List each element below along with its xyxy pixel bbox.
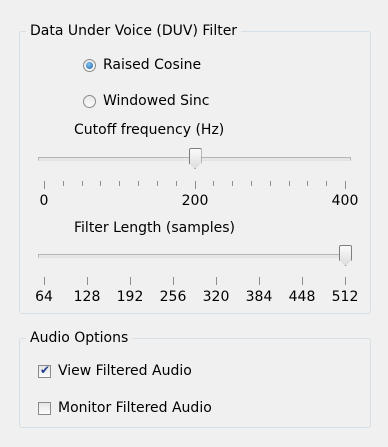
- cutoff-tick: [82, 181, 83, 186]
- length-major-tick: [173, 277, 174, 285]
- cutoff-tick-label: 400: [331, 193, 359, 209]
- cutoff-frequency-label: Cutoff frequency (Hz): [74, 122, 225, 138]
- cutoff-tick: [289, 181, 290, 186]
- cutoff-major-tick: [195, 181, 196, 189]
- cutoff-tick: [100, 181, 101, 186]
- cutoff-tick: [232, 181, 233, 186]
- length-tick-label: 512: [331, 289, 359, 305]
- cutoff-tick: [270, 181, 271, 186]
- cutoff-tick: [307, 181, 308, 186]
- monitor-filtered-audio-checkbox[interactable]: Monitor Filtered Audio: [38, 400, 212, 416]
- length-tick-label: 192: [116, 289, 144, 305]
- cutoff-tick: [63, 181, 64, 186]
- duv-filter-group: Data Under Voice (DUV) Filter: [19, 22, 371, 314]
- cutoff-tick: [326, 181, 327, 186]
- cutoff-major-tick: [44, 181, 45, 189]
- cutoff-major-tick: [345, 181, 346, 189]
- filter-length-label: Filter Length (samples): [74, 220, 235, 236]
- cutoff-tick: [119, 181, 120, 186]
- monitor-filtered-audio-label: Monitor Filtered Audio: [58, 400, 212, 416]
- length-tick-label: 320: [202, 289, 230, 305]
- length-major-tick: [130, 277, 131, 285]
- raised-cosine-radio[interactable]: Raised Cosine: [83, 57, 201, 73]
- length-major-tick: [216, 277, 217, 285]
- monitor-filtered-audio-check-indicator[interactable]: [38, 401, 51, 415]
- cutoff-tick: [176, 181, 177, 186]
- cutoff-tick: [157, 181, 158, 186]
- view-filtered-audio-checkbox[interactable]: View Filtered Audio: [38, 363, 192, 379]
- length-tick-label: 64: [35, 289, 53, 305]
- windowed-sinc-label: Windowed Sinc: [103, 93, 210, 109]
- cutoff-tick: [213, 181, 214, 186]
- length-tick-label: 128: [73, 289, 101, 305]
- length-major-tick: [345, 277, 346, 285]
- cutoff-tick: [251, 181, 252, 186]
- length-major-tick: [44, 277, 45, 285]
- raised-cosine-radio-indicator[interactable]: [83, 58, 96, 72]
- length-tick-label: 448: [288, 289, 316, 305]
- view-filtered-audio-label: View Filtered Audio: [58, 363, 192, 379]
- windowed-sinc-radio-indicator[interactable]: [83, 94, 96, 108]
- cutoff-tick-label: 200: [181, 193, 209, 209]
- length-major-tick: [87, 277, 88, 285]
- windowed-sinc-radio[interactable]: Windowed Sinc: [83, 93, 210, 109]
- filter-length-slider-track[interactable]: [38, 254, 351, 258]
- raised-cosine-label: Raised Cosine: [103, 57, 202, 73]
- length-tick-label: 256: [159, 289, 187, 305]
- length-tick-label: 384: [245, 289, 273, 305]
- cutoff-tick: [138, 181, 139, 186]
- audio-options-group-title: Audio Options: [26, 329, 133, 347]
- duv-filter-group-title: Data Under Voice (DUV) Filter: [26, 22, 242, 40]
- length-major-tick: [259, 277, 260, 285]
- cutoff-tick-label: 0: [39, 193, 49, 209]
- view-filtered-audio-check-indicator[interactable]: [38, 363, 51, 378]
- length-major-tick: [302, 277, 303, 285]
